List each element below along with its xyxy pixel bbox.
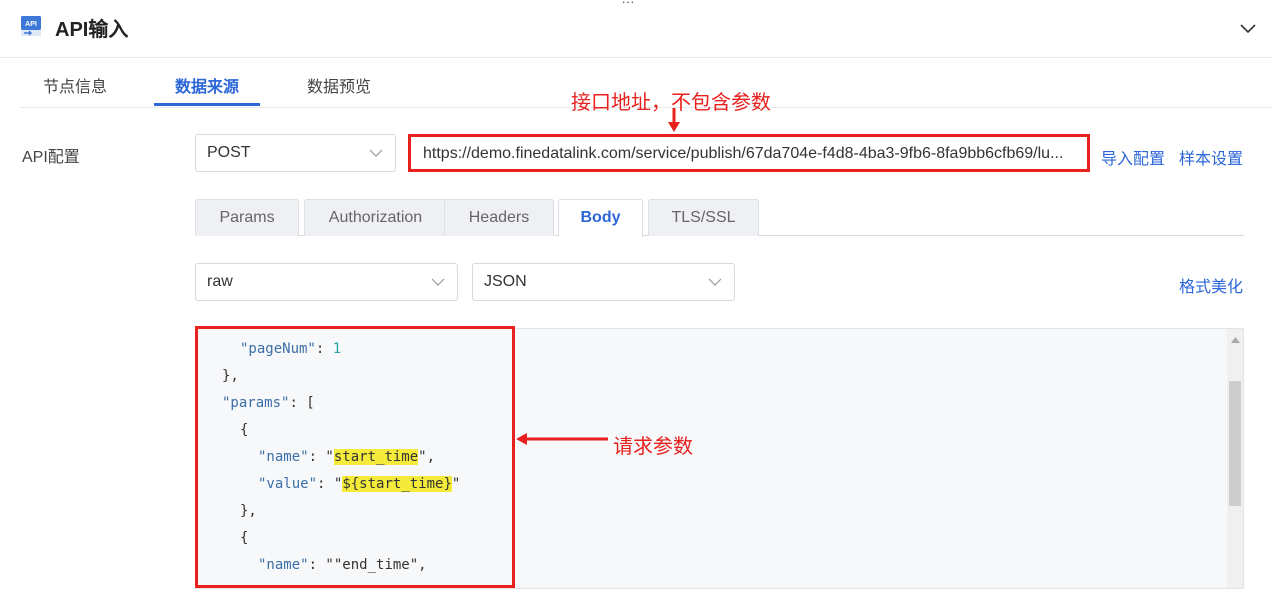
method-value: POST: [207, 144, 251, 161]
import-config-link[interactable]: 导入配置: [1101, 145, 1165, 169]
arrow-left-icon: [516, 433, 608, 445]
tab-data-source[interactable]: 数据来源: [175, 73, 239, 97]
tab-params[interactable]: Params: [195, 199, 299, 236]
arrow-down-icon: [668, 108, 680, 132]
body-mode-select[interactable]: raw: [195, 263, 458, 301]
tab-authorization[interactable]: Authorization: [304, 199, 447, 236]
chevron-down-icon: [708, 278, 722, 286]
scrollbar-thumb[interactable]: [1229, 381, 1241, 506]
more-dots: ...: [622, 0, 635, 6]
url-input[interactable]: https://demo.finedatalink.com/service/pu…: [408, 134, 1090, 172]
chevron-down-icon: [431, 278, 445, 286]
sample-settings-link[interactable]: 样本设置: [1179, 145, 1243, 169]
api-config-label: API配置: [22, 149, 80, 166]
tab-node-info[interactable]: 节点信息: [43, 73, 107, 97]
format-beautify-link[interactable]: 格式美化: [1179, 273, 1243, 297]
url-value: https://demo.finedatalink.com/service/pu…: [423, 145, 1064, 162]
active-tab-indicator: [154, 103, 260, 106]
chevron-down-icon: [369, 149, 383, 157]
editor-scrollbar[interactable]: [1227, 329, 1243, 588]
tab-body[interactable]: Body: [558, 199, 643, 237]
scroll-up-icon[interactable]: [1231, 337, 1240, 343]
body-mode-value: raw: [207, 273, 233, 290]
panel-header: API API输入 ...: [0, 0, 1273, 58]
tab-data-preview[interactable]: 数据预览: [307, 73, 371, 97]
params-annotation: 请求参数: [613, 436, 693, 458]
tab-headers[interactable]: Headers: [444, 199, 554, 236]
params-highlight-box: [195, 326, 515, 588]
tab-tls-ssl[interactable]: TLS/SSL: [648, 199, 759, 236]
request-tabs: Params Authorization Headers Body TLS/SS…: [195, 199, 1244, 237]
method-select[interactable]: POST: [195, 134, 396, 172]
api-icon: API: [21, 16, 41, 36]
page-title: API输入: [55, 19, 129, 41]
body-type-select[interactable]: JSON: [472, 263, 735, 301]
svg-text:API: API: [25, 21, 37, 28]
body-type-value: JSON: [484, 273, 527, 290]
chevron-down-icon[interactable]: [1238, 18, 1258, 38]
